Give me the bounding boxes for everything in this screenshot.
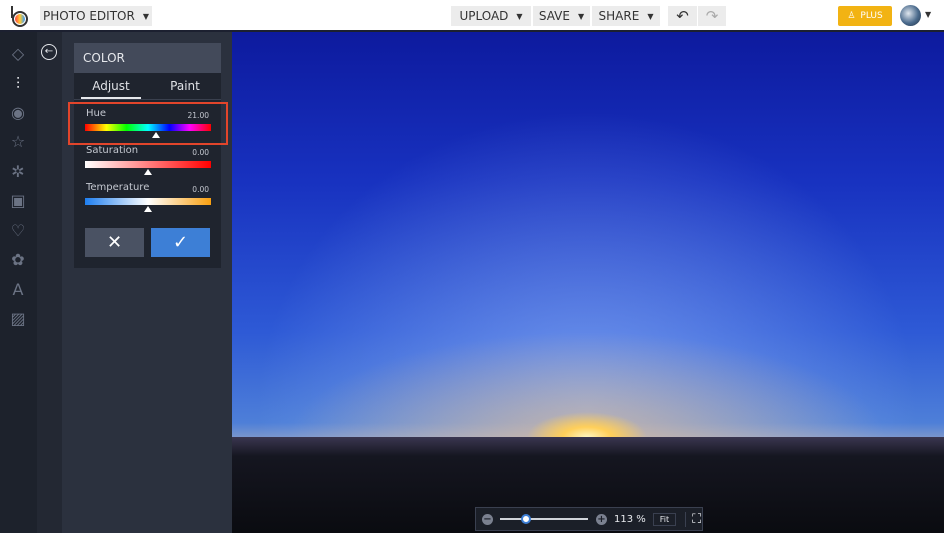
saturation-label: Saturation [86,145,139,156]
zoom-level: 113 % [614,513,646,525]
temperature-value: 0.00 [192,185,209,194]
share-label: SHARE [598,9,640,23]
tool-rail: ◇ ⫶ ◉ ☆ ✲ ▣ ♡ ✿ A ▨ [0,32,37,533]
saturation-slider-thumb[interactable] [144,169,152,175]
photo-canvas[interactable] [232,32,944,533]
secondary-rail: ← [37,32,62,533]
tab-adjust[interactable]: Adjust [81,73,141,99]
chevron-down-icon: ▼ [516,11,523,21]
save-label: SAVE [538,9,570,23]
zoom-controls: − + 113 % Fit ⛶ [475,507,703,531]
share-button[interactable]: SHARE ▼ [592,6,660,26]
upload-label: UPLOAD [459,9,509,23]
undo-button[interactable]: ↶ [668,6,697,26]
top-bar: PHOTO EDITOR ▼ UPLOAD ▼ SAVE ▼ SHARE ▼ ↶ ↷ ♙… [0,0,944,32]
temperature-slider[interactable] [85,198,211,205]
photo-editor-menu[interactable]: PHOTO EDITOR ▼ [40,6,152,26]
hue-highlight-box [68,102,228,145]
app-logo[interactable] [9,5,29,27]
checkmark-icon: ✓ [172,232,189,253]
text-icon[interactable]: A [8,280,28,300]
redo-icon: ↷ [705,7,719,25]
panel-title: COLOR [74,43,221,73]
layers-icon[interactable]: ◇ [8,44,28,64]
texture-icon[interactable]: ▨ [8,309,28,329]
shape-icon[interactable]: ✿ [8,250,28,270]
chevron-down-icon: ▼ [647,11,654,21]
zoom-slider-thumb[interactable] [521,514,532,524]
chevron-down-icon: ▼ [577,11,585,21]
temperature-label: Temperature [86,182,150,193]
saturation-slider[interactable] [85,161,211,168]
plus-button[interactable]: ♙ PLUS [838,6,892,26]
color-panel: COLOR Adjust Paint Hue 21.00 Saturation … [74,43,221,268]
redo-button[interactable]: ↷ [698,6,726,26]
back-arrow-icon[interactable]: ← [41,44,57,60]
plus-label: PLUS [860,11,883,21]
apply-button[interactable]: ✓ [151,228,210,257]
star-icon[interactable]: ☆ [8,132,28,152]
zoom-in-icon[interactable]: + [596,513,607,525]
frame-icon[interactable]: ▣ [8,191,28,211]
undo-icon: ↶ [676,7,689,25]
upload-button[interactable]: UPLOAD ▼ [451,6,531,26]
tab-paint[interactable]: Paint [155,73,215,99]
cancel-button[interactable]: ✕ [85,228,144,257]
badge-gear-icon[interactable]: ✲ [8,162,28,182]
eye-icon[interactable]: ◉ [8,103,28,123]
zoom-slider[interactable] [500,514,588,524]
fullscreen-icon[interactable]: ⛶ [685,511,701,527]
zoom-out-icon[interactable]: − [482,513,493,525]
avatar[interactable] [900,5,921,26]
adjust-sliders-icon[interactable]: ⫶ [8,74,28,94]
temperature-slider-thumb[interactable] [144,206,152,212]
save-button[interactable]: SAVE ▼ [533,6,590,26]
chevron-down-icon[interactable]: ▼ [925,10,931,19]
fit-button[interactable]: Fit [652,512,677,526]
heart-icon[interactable]: ♡ [8,221,28,241]
close-icon: ✕ [106,232,123,253]
chevron-down-icon: ▼ [142,11,149,21]
divider [74,99,221,100]
app-title: PHOTO EDITOR [43,9,135,23]
saturation-value: 0.00 [192,148,209,157]
badge-icon: ♙ [847,11,856,21]
